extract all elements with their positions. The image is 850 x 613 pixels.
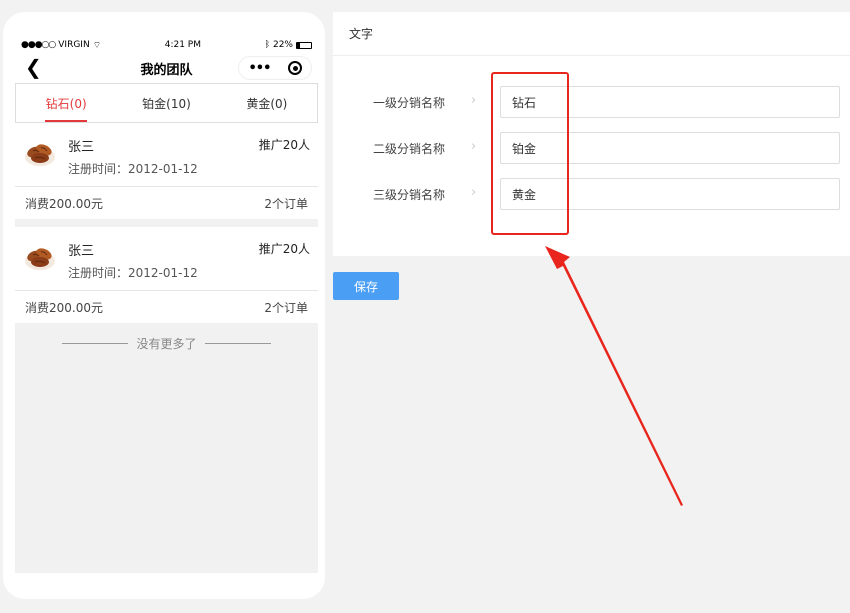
annotation-arrow (545, 246, 683, 506)
